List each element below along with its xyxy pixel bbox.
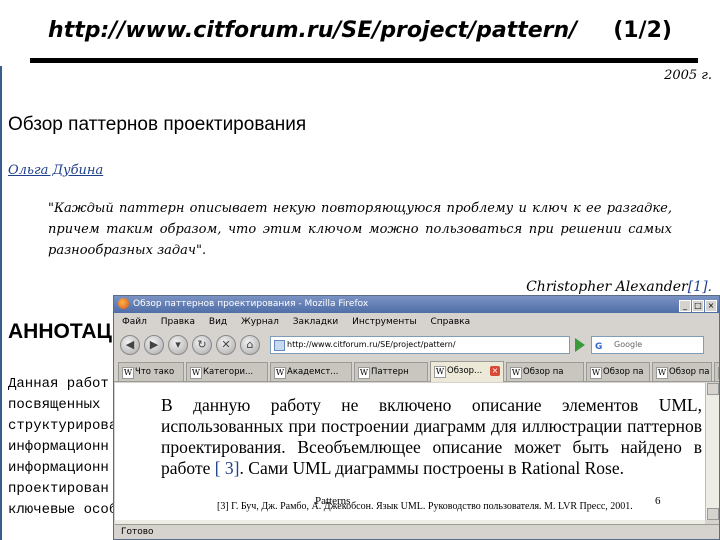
reload-icon[interactable]: ↻ (192, 335, 212, 355)
tab[interactable]: Академст... (270, 362, 352, 381)
menu-bookmarks[interactable]: Закладки (293, 317, 339, 327)
tab-close-icon[interactable]: × (490, 366, 500, 376)
search-input[interactable]: G Google (591, 336, 704, 354)
body-line: ключевые особ (8, 502, 118, 518)
navigation-toolbar: ◀ ▶ ▾ ↻ ✕ ⌂ http://www.citforum.ru/SE/pr… (114, 331, 719, 359)
menu-help[interactable]: Справка (430, 317, 470, 327)
menu-file[interactable]: Файл (122, 317, 147, 327)
body-line: структурирова (8, 418, 118, 434)
maximize-icon[interactable]: □ (692, 300, 704, 312)
menu-view[interactable]: Вид (209, 317, 227, 327)
menu-tools[interactable]: Инструменты (352, 317, 416, 327)
go-icon[interactable] (575, 338, 585, 352)
window-controls: _ □ × (678, 298, 717, 315)
slide-url-title: http://www.citforum.ru/SE/project/patter… (48, 18, 578, 43)
tab[interactable]: По (714, 362, 719, 381)
reference-link-3[interactable]: [ 3] (215, 458, 240, 478)
tab[interactable]: Паттерн (354, 362, 428, 381)
forward-icon[interactable]: ▶ (144, 335, 164, 355)
tab[interactable]: Категори... (186, 362, 268, 381)
menu-bar: Файл Правка Вид Журнал Закладки Инструме… (114, 313, 719, 331)
body-line: Данная работ (8, 376, 109, 392)
minimize-icon[interactable]: _ (679, 300, 691, 312)
content-paragraph: В данную работу не включено описание эле… (161, 395, 702, 479)
slide-page-indicator: (1/2) (613, 18, 672, 43)
body-line: информационн (8, 460, 109, 476)
scroll-down-icon[interactable] (707, 508, 719, 520)
status-bar: Готово (115, 524, 719, 539)
vertical-scrollbar[interactable] (705, 383, 719, 520)
body-line: информационн (8, 439, 109, 455)
page-left-border (0, 66, 2, 540)
tab-active[interactable]: Обзор... × (430, 361, 504, 382)
body-line: посвященных (8, 397, 101, 413)
dropdown-icon[interactable]: ▾ (168, 335, 188, 355)
article-date: 2005 г. (664, 68, 712, 83)
close-icon[interactable]: × (705, 300, 717, 312)
stop-icon[interactable]: ✕ (216, 335, 236, 355)
search-placeholder: Google (614, 340, 643, 349)
page-content: В данную работу не включено описание эле… (115, 383, 705, 520)
body-line: проектирован (8, 481, 109, 497)
tab-bar: Что тако Категори... Академст... Паттерн… (114, 359, 719, 382)
address-bar[interactable]: http://www.citforum.ru/SE/project/patter… (270, 336, 570, 354)
tab-label: Обзор... (447, 366, 483, 376)
attribution-name: Christopher Alexander (526, 279, 688, 295)
google-icon: G (595, 342, 603, 352)
article-title: Обзор паттернов проектирования (8, 114, 307, 135)
annotation-heading: АННОТАЦ (8, 320, 112, 343)
home-icon[interactable]: ⌂ (240, 335, 260, 355)
scroll-up-icon[interactable] (707, 383, 719, 395)
tab[interactable]: Обзор па (652, 362, 712, 381)
firefox-icon (118, 298, 129, 309)
back-icon[interactable]: ◀ (120, 335, 140, 355)
tab[interactable]: Что тако (118, 362, 184, 381)
footnote: [3] Г. Буч, Дж. Рамбо, А. Джекобсон. Язы… (217, 501, 633, 512)
title-divider (30, 58, 698, 63)
firefox-window: Обзор паттернов проектирования - Mozilla… (113, 295, 720, 540)
menu-edit[interactable]: Правка (161, 317, 195, 327)
tab[interactable]: Обзор па (586, 362, 650, 381)
annotation-body: Данная работ посвященных структурирова и… (8, 374, 117, 521)
reference-link-1[interactable]: [1]. (688, 279, 712, 295)
menu-history[interactable]: Журнал (241, 317, 279, 327)
para-text-after: . Сами UML диаграммы построены в Rationa… (239, 458, 624, 478)
author-link[interactable]: Ольга Дубина (8, 163, 103, 178)
epigraph-quote: "Каждый паттерн описывает некую повторяю… (48, 201, 672, 258)
window-titlebar[interactable]: Обзор паттернов проектирования - Mozilla… (114, 296, 719, 313)
window-title: Обзор паттернов проектирования - Mozilla… (133, 299, 369, 309)
quote-attribution: Christopher Alexander[1]. (526, 279, 712, 295)
tab[interactable]: Обзор па (506, 362, 584, 381)
slide-title: http://www.citforum.ru/SE/project/patter… (0, 18, 720, 43)
